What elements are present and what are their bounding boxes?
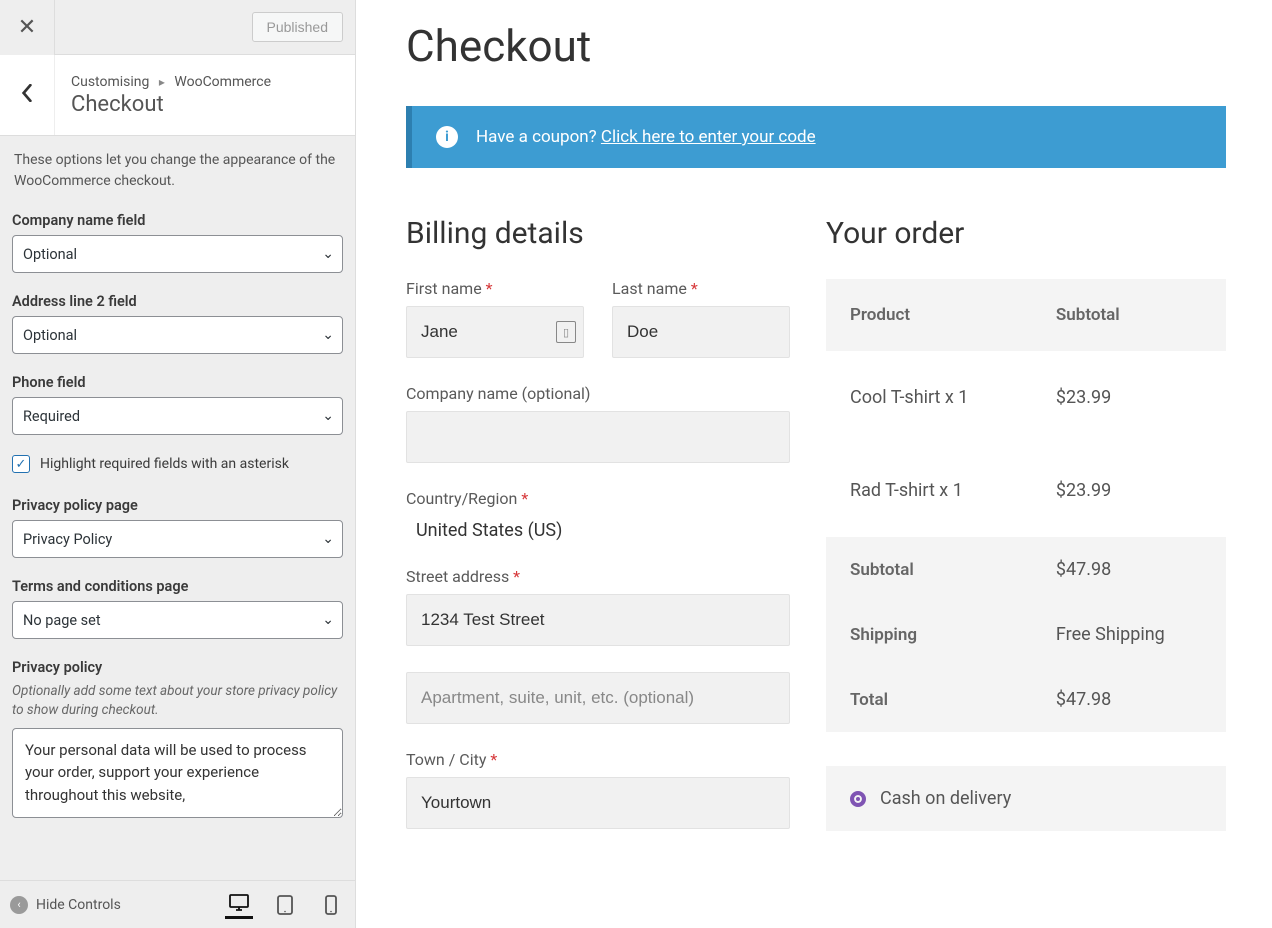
order-item-row: Cool T-shirt x 1 $23.99 xyxy=(826,351,1226,444)
privacy-page-select[interactable]: Privacy Policy ⌄ xyxy=(12,520,343,558)
panel-title: Checkout xyxy=(71,92,271,117)
close-customizer-button[interactable]: ✕ xyxy=(0,0,55,55)
company-field-label: Company name field xyxy=(12,212,343,229)
chevron-down-icon: ⌄ xyxy=(322,246,334,262)
device-tablet-button[interactable] xyxy=(271,891,299,919)
privacy-page-label: Privacy policy page xyxy=(12,497,343,514)
breadcrumb-root: Customising xyxy=(71,74,149,90)
radio-selected-icon xyxy=(850,791,866,807)
back-button[interactable] xyxy=(0,55,55,135)
privacy-text-textarea[interactable] xyxy=(12,728,343,818)
street-input[interactable] xyxy=(406,594,790,646)
select-value: Privacy Policy xyxy=(23,531,112,548)
terms-page-select[interactable]: No page set ⌄ xyxy=(12,601,343,639)
autofill-contact-icon[interactable]: ▯ xyxy=(556,321,576,343)
chevron-down-icon: ⌄ xyxy=(322,531,334,547)
privacy-text-hint: Optionally add some text about your stor… xyxy=(12,682,343,720)
required-asterisk-icon: * xyxy=(513,567,520,586)
device-preview-buttons xyxy=(225,891,345,919)
close-icon: ✕ xyxy=(18,15,36,40)
select-value: Optional xyxy=(23,327,77,344)
order-total-label: Total xyxy=(826,667,1032,732)
chevron-down-icon: ⌄ xyxy=(322,612,334,628)
sidebar-top-bar: ✕ Published xyxy=(0,0,355,55)
privacy-text-label: Privacy policy xyxy=(12,659,343,676)
street-label: Street address * xyxy=(406,567,790,586)
country-value[interactable]: United States (US) xyxy=(406,516,790,541)
payment-method-option[interactable]: Cash on delivery xyxy=(826,766,1226,831)
order-item-price: $23.99 xyxy=(1032,351,1226,444)
country-label: Country/Region * xyxy=(406,489,790,508)
order-shipping-label: Shipping xyxy=(826,602,1032,667)
payment-method-label: Cash on delivery xyxy=(880,788,1011,809)
order-total-value: $47.98 xyxy=(1032,667,1226,732)
last-name-label: Last name * xyxy=(612,279,790,298)
order-column: Your order Product Subtotal Cool T-shirt… xyxy=(826,216,1226,831)
order-head-product: Product xyxy=(826,279,1032,351)
select-value: No page set xyxy=(23,612,101,629)
address2-field-select[interactable]: Optional ⌄ xyxy=(12,316,343,354)
panel-header: Customising ▸ WooCommerce Checkout xyxy=(0,55,355,136)
company-field-select[interactable]: Optional ⌄ xyxy=(12,235,343,273)
customizer-sidebar: ✕ Published Customising ▸ WooCommerce Ch… xyxy=(0,0,356,928)
breadcrumb: Customising ▸ WooCommerce xyxy=(71,74,271,90)
hide-controls-label: Hide Controls xyxy=(36,897,121,913)
phone-field-select[interactable]: Required ⌄ xyxy=(12,397,343,435)
device-mobile-button[interactable] xyxy=(317,891,345,919)
checkbox-label: Highlight required fields with an asteri… xyxy=(40,456,289,472)
highlight-required-checkbox-row[interactable]: ✓ Highlight required fields with an aste… xyxy=(12,455,343,473)
breadcrumb-parent: WooCommerce xyxy=(174,74,271,90)
required-asterisk-icon: * xyxy=(486,279,493,298)
breadcrumb-sep-icon: ▸ xyxy=(159,75,165,89)
order-item-price: $23.99 xyxy=(1032,444,1226,537)
chevron-left-icon xyxy=(20,83,34,107)
company-input[interactable] xyxy=(406,411,790,463)
device-desktop-button[interactable] xyxy=(225,891,253,919)
coupon-notice: i Have a coupon? Click here to enter you… xyxy=(406,106,1226,168)
desktop-icon xyxy=(229,894,249,912)
tablet-icon xyxy=(277,895,293,915)
select-value: Required xyxy=(23,408,80,425)
order-head-subtotal: Subtotal xyxy=(1032,279,1226,351)
terms-page-label: Terms and conditions page xyxy=(12,578,343,595)
order-table: Product Subtotal Cool T-shirt x 1 $23.99… xyxy=(826,279,1226,732)
order-heading: Your order xyxy=(826,216,1226,251)
order-item-name: Rad T-shirt x 1 xyxy=(826,444,1032,537)
first-name-label: First name * xyxy=(406,279,584,298)
coupon-prompt: Have a coupon? xyxy=(476,127,597,147)
order-item-name: Cool T-shirt x 1 xyxy=(826,351,1032,444)
phone-field-label: Phone field xyxy=(12,374,343,391)
order-shipping-value: Free Shipping xyxy=(1032,602,1226,667)
page-title: Checkout xyxy=(406,20,1226,72)
order-subtotal-value: $47.98 xyxy=(1032,537,1226,602)
billing-heading: Billing details xyxy=(406,216,790,251)
collapse-icon: ‹ xyxy=(10,896,28,914)
mobile-icon xyxy=(325,895,337,915)
panel-description: These options let you change the appeara… xyxy=(12,150,343,192)
chevron-down-icon: ⌄ xyxy=(322,408,334,424)
publish-status-button[interactable]: Published xyxy=(252,12,344,42)
chevron-down-icon: ⌄ xyxy=(322,327,334,343)
checkbox-checked-icon[interactable]: ✓ xyxy=(12,455,30,473)
panel-body[interactable]: These options let you change the appeara… xyxy=(0,136,355,880)
address2-input[interactable] xyxy=(406,672,790,724)
order-subtotal-label: Subtotal xyxy=(826,537,1032,602)
billing-column: Billing details First name * ▯ Last xyxy=(406,216,790,855)
city-label: Town / City * xyxy=(406,750,790,769)
required-asterisk-icon: * xyxy=(691,279,698,298)
select-value: Optional xyxy=(23,246,77,263)
last-name-input[interactable] xyxy=(612,306,790,358)
info-icon: i xyxy=(436,126,458,148)
required-asterisk-icon: * xyxy=(490,750,497,769)
customizer-footer: ‹ Hide Controls xyxy=(0,880,355,928)
city-input[interactable] xyxy=(406,777,790,829)
company-label: Company name (optional) xyxy=(406,384,790,403)
order-item-row: Rad T-shirt x 1 $23.99 xyxy=(826,444,1226,537)
required-asterisk-icon: * xyxy=(521,489,528,508)
address2-field-label: Address line 2 field xyxy=(12,293,343,310)
preview-pane[interactable]: Checkout i Have a coupon? Click here to … xyxy=(356,0,1272,928)
coupon-link[interactable]: Click here to enter your code xyxy=(601,127,816,147)
hide-controls-button[interactable]: ‹ Hide Controls xyxy=(10,896,121,914)
